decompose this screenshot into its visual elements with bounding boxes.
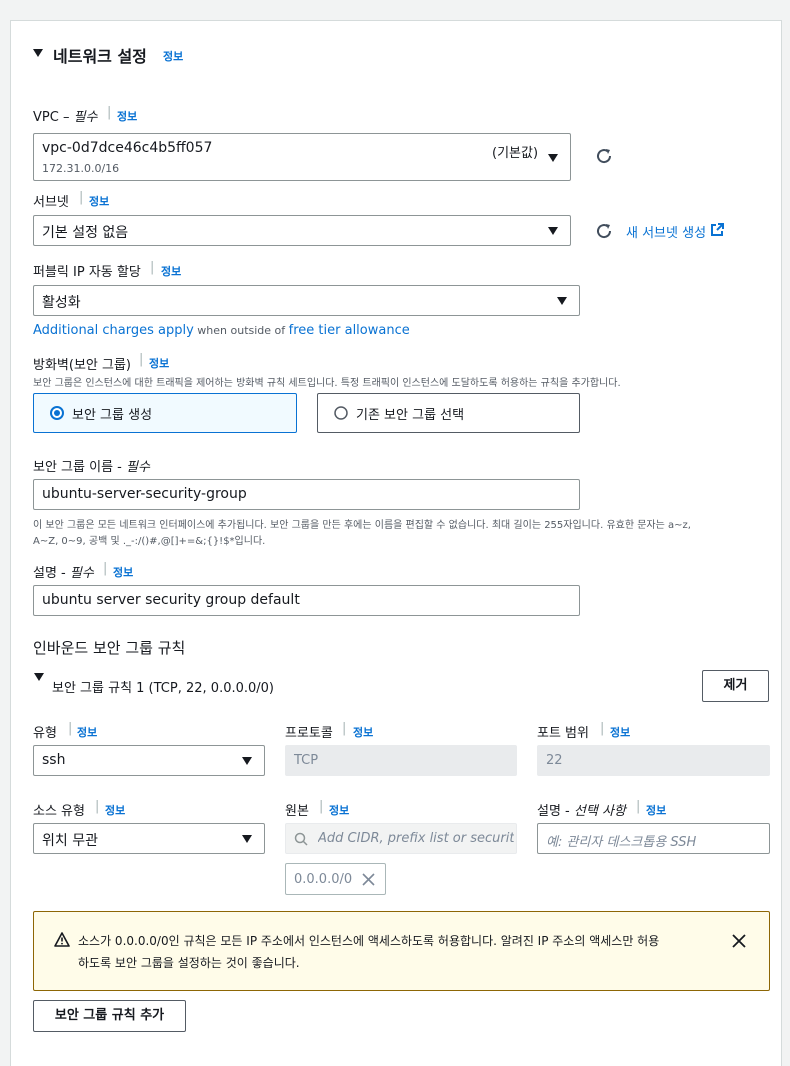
sg-desc-input[interactable]: ubuntu server security group default <box>33 585 580 616</box>
section-title: 네트워크 설정 <box>53 47 147 66</box>
remove-rule-button[interactable]: 제거 <box>702 670 769 702</box>
public-ip-select[interactable]: 활성화 <box>33 285 580 316</box>
subnet-value: 기본 설정 없음 <box>42 225 129 241</box>
type-info-link[interactable]: 정보 <box>77 724 97 740</box>
rule-desc-label: 설명 - 선택 사항 <box>537 804 626 819</box>
add-rule-button[interactable]: 보안 그룹 규칙 추가 <box>33 1000 186 1032</box>
external-link-icon <box>710 223 724 237</box>
divider: | <box>150 260 155 275</box>
section-info-link[interactable]: 정보 <box>163 48 183 64</box>
vpc-info-link[interactable]: 정보 <box>117 108 137 124</box>
sg-desc-value: ubuntu server security group default <box>42 592 300 608</box>
protocol-field: TCP <box>285 745 517 776</box>
chevron-down-icon <box>548 227 558 235</box>
free-tier-link[interactable]: free tier allowance <box>289 323 410 338</box>
divider: | <box>600 721 605 736</box>
sg-name-value: ubuntu-server-security-group <box>42 486 247 502</box>
radio-selected-icon <box>50 406 64 420</box>
sg-name-input[interactable]: ubuntu-server-security-group <box>33 479 580 510</box>
sg-desc-info-link[interactable]: 정보 <box>113 564 133 580</box>
source-token: 0.0.0.0/0 <box>285 863 386 895</box>
port-range-label: 포트 범위 <box>537 726 589 741</box>
divider: | <box>68 721 73 736</box>
firewall-description: 보안 그룹은 인스턴스에 대한 트래픽을 제어하는 방화벽 규칙 세트입니다. … <box>33 378 621 389</box>
warning-text-line1: 소스가 0.0.0.0/0인 규칙은 모든 IP 주소에서 인스턴스에 액세스하… <box>78 934 660 948</box>
additional-charges-link[interactable]: Additional charges apply <box>33 323 194 338</box>
divider: | <box>95 799 100 814</box>
sg-desc-label: 설명 - 필수 <box>33 566 94 581</box>
public-ip-info-link[interactable]: 정보 <box>161 263 181 279</box>
rule-desc-info-link[interactable]: 정보 <box>646 802 666 818</box>
network-settings-panel: 네트워크 설정 정보 VPC – 필수 | 정보 vpc-0d7dce46c4b… <box>10 20 782 1066</box>
type-value: ssh <box>42 752 66 768</box>
warning-icon <box>54 932 70 947</box>
vpc-select[interactable]: vpc-0d7dce46c4b5ff057 172.31.0.0/16 (기본값… <box>33 133 571 181</box>
charges-note-text: when outside of <box>193 324 289 337</box>
radio-existing-label: 기존 보안 그룹 선택 <box>356 408 465 423</box>
subnet-label: 서브넷 <box>33 195 69 210</box>
source-type-info-link[interactable]: 정보 <box>105 802 125 818</box>
source-label: 원본 <box>285 804 309 819</box>
divider: | <box>319 799 324 814</box>
chevron-down-icon <box>548 154 558 162</box>
divider: | <box>103 561 108 576</box>
port-range-field: 22 <box>537 745 770 776</box>
public-ip-label: 퍼블릭 IP 자동 할당 <box>33 265 141 280</box>
source-placeholder: Add CIDR, prefix list or security <box>318 831 514 846</box>
refresh-icon[interactable] <box>595 147 613 165</box>
source-type-label: 소스 유형 <box>33 804 85 819</box>
protocol-label: 프로토콜 <box>285 726 333 741</box>
sg-name-label: 보안 그룹 이름 - 필수 <box>33 460 150 475</box>
radio-create-label: 보안 그룹 생성 <box>72 408 153 423</box>
divider: | <box>107 105 112 120</box>
subnet-select[interactable]: 기본 설정 없음 <box>33 215 571 246</box>
divider: | <box>79 190 84 205</box>
warning-alert: 소스가 0.0.0.0/0인 규칙은 모든 IP 주소에서 인스턴스에 액세스하… <box>33 911 770 991</box>
protocol-value: TCP <box>294 753 319 768</box>
chevron-down-icon <box>557 297 567 305</box>
vpc-cidr: 172.31.0.0/16 <box>42 162 120 175</box>
chevron-down-icon <box>242 835 252 843</box>
source-type-value: 위치 무관 <box>42 833 98 849</box>
create-subnet-link[interactable]: 새 서브넷 생성 <box>626 222 706 241</box>
refresh-icon[interactable] <box>595 222 613 240</box>
radio-unselected-icon <box>334 406 348 420</box>
close-icon[interactable] <box>362 873 375 886</box>
firewall-info-link[interactable]: 정보 <box>149 355 169 371</box>
port-info-link[interactable]: 정보 <box>610 724 630 740</box>
firewall-label: 방화벽(보안 그룹) <box>33 358 131 373</box>
source-token-value: 0.0.0.0/0 <box>294 872 353 887</box>
vpc-default-tag: (기본값) <box>492 146 539 161</box>
divider: | <box>139 352 144 367</box>
inbound-title: 인바운드 보안 그룹 규칙 <box>33 639 186 657</box>
protocol-info-link[interactable]: 정보 <box>353 724 373 740</box>
divider: | <box>342 721 347 736</box>
vpc-label: VPC – 필수 <box>33 110 98 125</box>
public-ip-value: 활성화 <box>42 295 81 311</box>
source-info-link[interactable]: 정보 <box>329 802 349 818</box>
chevron-down-icon <box>242 757 252 765</box>
rule-desc-input[interactable]: 예: 관리자 데스크톱용 SSH <box>537 823 770 854</box>
type-label: 유형 <box>33 726 57 741</box>
source-input[interactable]: Add CIDR, prefix list or security <box>285 823 517 854</box>
source-type-select[interactable]: 위치 무관 <box>33 823 265 854</box>
rule-desc-placeholder: 예: 관리자 데스크톱용 SSH <box>546 835 697 850</box>
rule-collapse-icon[interactable] <box>33 671 45 683</box>
radio-create-security-group[interactable]: 보안 그룹 생성 <box>33 393 297 433</box>
collapse-toggle-icon[interactable] <box>32 47 44 59</box>
charges-note: Additional charges apply when outside of… <box>33 323 410 338</box>
radio-existing-security-group[interactable]: 기존 보안 그룹 선택 <box>317 393 580 433</box>
port-range-value: 22 <box>546 753 563 768</box>
subnet-info-link[interactable]: 정보 <box>89 193 109 209</box>
dismiss-close-icon[interactable] <box>732 934 746 948</box>
sg-name-hint-line1: 이 보안 그룹은 모든 네트워크 인터페이스에 추가됩니다. 보안 그룹을 만든… <box>33 520 691 531</box>
vpc-id: vpc-0d7dce46c4b5ff057 <box>42 140 213 156</box>
rule-title: 보안 그룹 규칙 1 (TCP, 22, 0.0.0.0/0) <box>52 681 275 696</box>
warning-text-line2: 하도록 보안 그룹을 설정하는 것이 좋습니다. <box>78 956 300 970</box>
divider: | <box>636 799 641 814</box>
sg-name-hint-line2: A~Z, 0~9, 공백 및 ._-:/()#,@[]+=&;{}!$*입니다. <box>33 536 266 547</box>
search-icon <box>294 832 308 846</box>
type-select[interactable]: ssh <box>33 745 265 776</box>
